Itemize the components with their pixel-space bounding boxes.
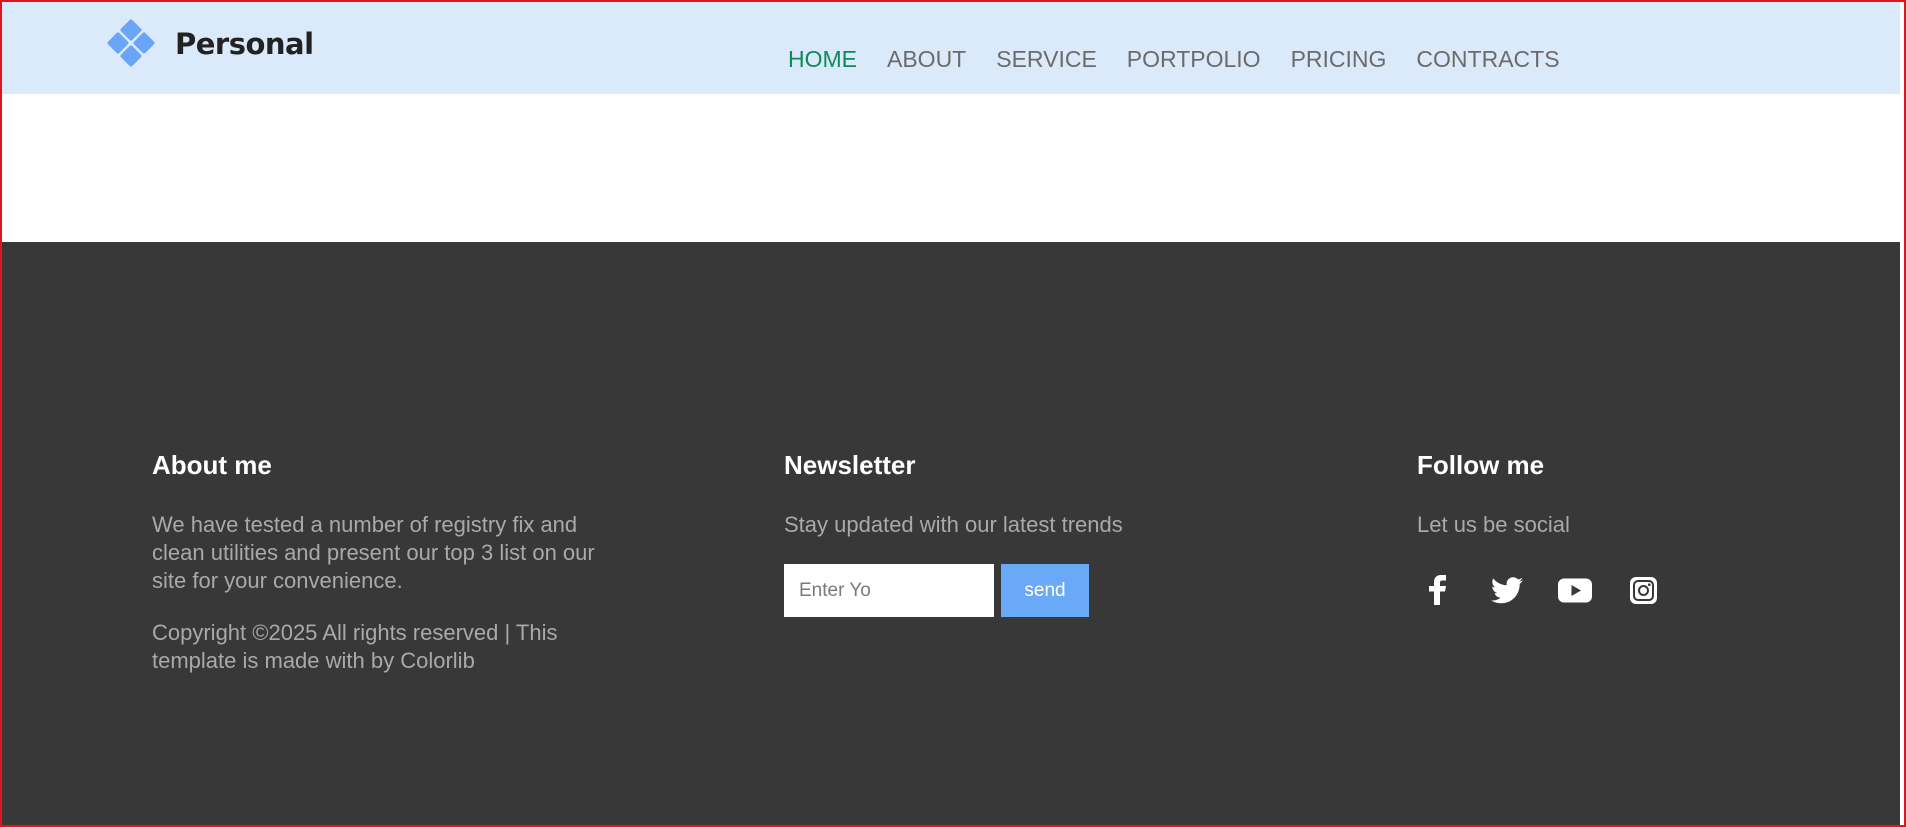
about-heading: About me — [152, 450, 272, 480]
youtube-link[interactable] — [1541, 572, 1609, 608]
copyright-text: Copyright ©2025 All rights reserved | Th… — [152, 620, 558, 673]
footer-newsletter-section: Newsletter Stay updated with our latest … — [784, 450, 1184, 617]
instagram-icon — [1629, 576, 1657, 604]
newsletter-send-button[interactable]: send — [1001, 564, 1089, 617]
nav-item-pricing[interactable]: PRICING — [1291, 46, 1387, 73]
newsletter-email-input[interactable] — [784, 564, 994, 617]
instagram-link[interactable] — [1609, 572, 1677, 608]
newsletter-text: Stay updated with our latest trends — [784, 512, 1123, 537]
footer-about-section: About me We have tested a number of regi… — [152, 450, 632, 675]
about-text: We have tested a number of registry fix … — [152, 512, 595, 593]
facebook-icon — [1429, 575, 1446, 605]
nav-item-service[interactable]: SERVICE — [996, 46, 1097, 73]
brand-name: Personal — [175, 27, 314, 61]
twitter-icon — [1491, 576, 1523, 603]
nav-item-about[interactable]: ABOUT — [887, 46, 966, 73]
newsletter-heading: Newsletter — [784, 450, 916, 480]
social-links — [1417, 572, 1717, 608]
youtube-icon — [1558, 578, 1592, 602]
facebook-link[interactable] — [1417, 572, 1473, 608]
nav-item-contracts[interactable]: CONTRACTS — [1416, 46, 1559, 73]
nav-item-portfolio[interactable]: PORTPOLIO — [1127, 46, 1261, 73]
site-footer: About me We have tested a number of regi… — [2, 242, 1900, 825]
twitter-link[interactable] — [1473, 572, 1541, 608]
nav-item-home[interactable]: HOME — [788, 46, 857, 73]
logo-diamond-icon — [106, 18, 156, 68]
site-header: Personal HOME ABOUT SERVICE PORTPOLIO PR… — [2, 2, 1900, 94]
footer-follow-section: Follow me Let us be social — [1417, 450, 1717, 608]
newsletter-form: send — [784, 564, 1184, 617]
follow-text: Let us be social — [1417, 512, 1570, 537]
site-logo[interactable]: Personal — [106, 18, 314, 68]
main-nav: HOME ABOUT SERVICE PORTPOLIO PRICING CON… — [788, 46, 1560, 73]
follow-heading: Follow me — [1417, 450, 1545, 480]
